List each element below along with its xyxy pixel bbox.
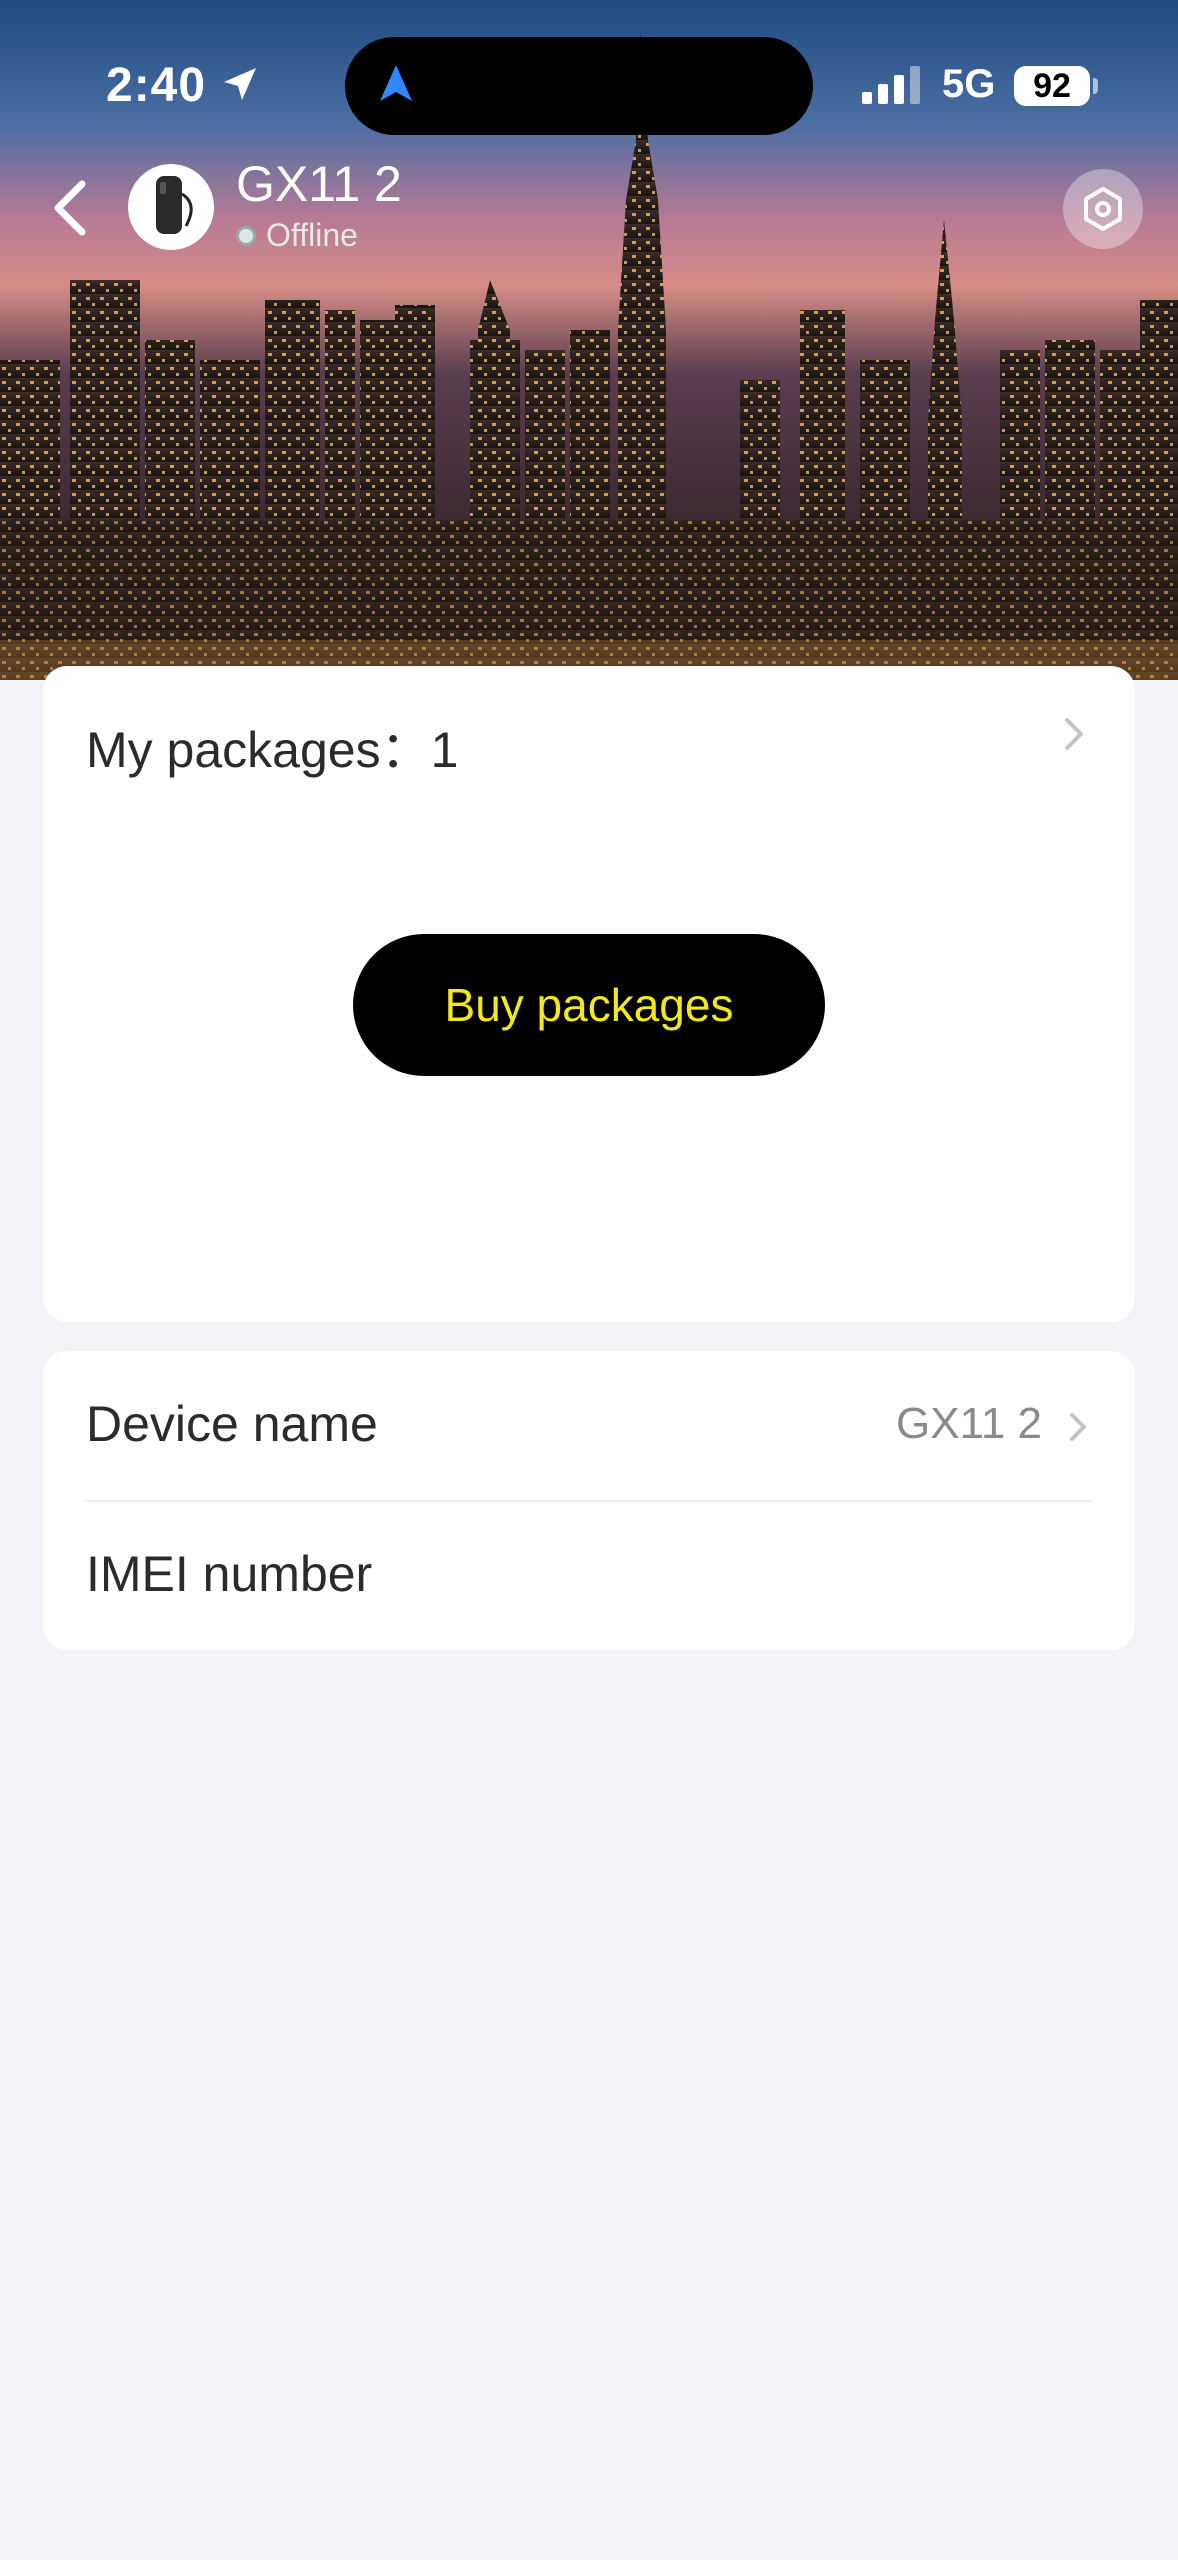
device-status: Offline xyxy=(236,217,358,254)
navigation-arrow-icon xyxy=(380,65,412,101)
location-arrow-icon xyxy=(224,68,256,100)
my-packages-label[interactable]: My packages：1 xyxy=(86,710,458,782)
settings-icon xyxy=(1084,187,1122,231)
signal-icon xyxy=(862,66,920,104)
device-title: GX11 2 xyxy=(236,156,402,212)
battery-icon: 92 xyxy=(1014,66,1090,106)
device-name-value: GX11 2 xyxy=(896,1399,1042,1448)
battery-tip xyxy=(1093,78,1098,94)
device-info-card: Device name GX11 2 IMEI number xyxy=(43,1351,1135,1650)
network-type: 5G xyxy=(942,62,996,106)
packages-card: My packages：1 Buy packages xyxy=(43,666,1135,1322)
status-dot-icon xyxy=(236,225,256,246)
status-text: Offline xyxy=(266,217,358,253)
dynamic-island xyxy=(345,37,813,135)
settings-button[interactable] xyxy=(1063,169,1143,249)
device-name-label: Device name xyxy=(86,1396,378,1452)
chevron-right-icon[interactable] xyxy=(1063,716,1085,752)
status-time: 2:40 xyxy=(106,59,207,112)
buy-packages-button[interactable]: Buy packages xyxy=(353,934,825,1076)
back-chevron-icon[interactable] xyxy=(46,178,96,238)
imei-row: IMEI number xyxy=(86,1501,1092,1651)
device-avatar xyxy=(128,164,214,250)
device-name-row[interactable]: Device name GX11 2 xyxy=(86,1351,1092,1501)
chevron-right-icon xyxy=(1070,1413,1086,1441)
imei-label: IMEI number xyxy=(86,1546,373,1602)
device-icon xyxy=(156,176,193,234)
